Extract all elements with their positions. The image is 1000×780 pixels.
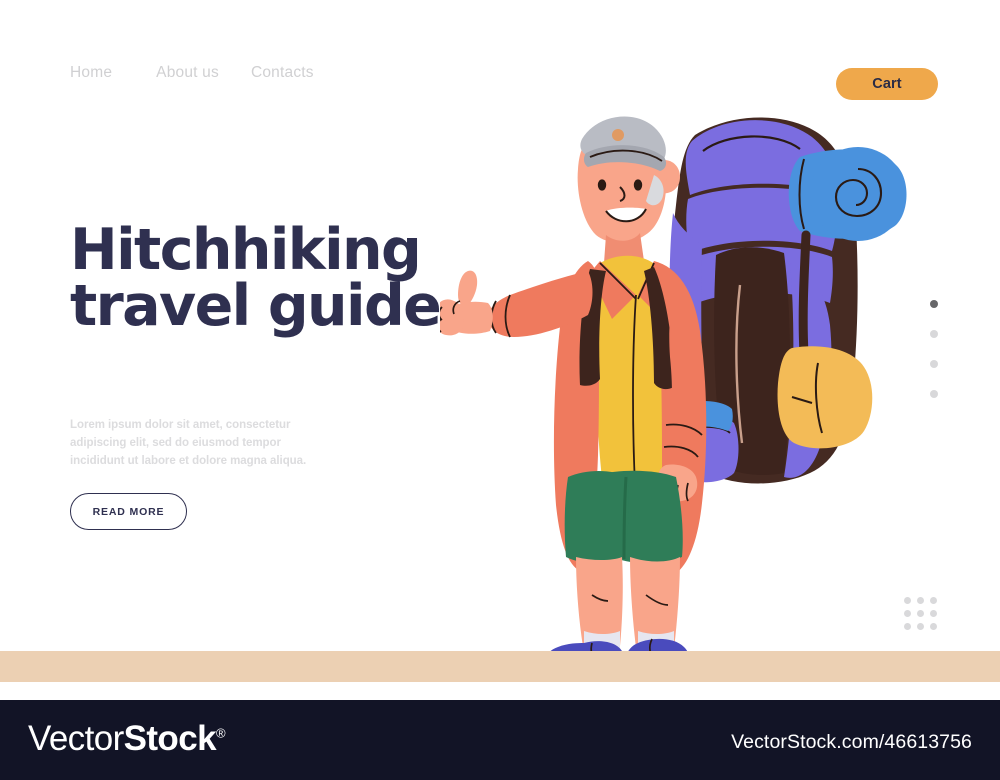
registered-trademark-icon: ® (215, 725, 226, 741)
landing-page-canvas: Home About us Contacts Cart Hitchhiking … (0, 0, 1000, 700)
grid-dot (930, 610, 937, 617)
sleeping-mat-roll (788, 147, 907, 241)
grid-dot (917, 597, 924, 604)
eye-left (597, 179, 607, 191)
eye-right (633, 179, 643, 191)
read-more-button[interactable]: READ MORE (70, 493, 187, 530)
grid-dot (917, 610, 924, 617)
grid-dot (917, 623, 924, 630)
grid-dot (930, 623, 937, 630)
vectorstock-logo: VectorStock® (28, 719, 226, 759)
slider-dot-2[interactable] (930, 330, 938, 338)
backpack-yellow-pouch (777, 346, 873, 449)
hero-paragraph: Lorem ipsum dolor sit amet, consectetur … (70, 419, 307, 468)
logo-text-vector: Vector (28, 719, 124, 758)
character-head (577, 116, 680, 263)
nav-links: Home About us Contacts (70, 64, 314, 82)
nav-link-contacts[interactable]: Contacts (251, 64, 314, 82)
vectorstock-url: VectorStock.com/46613756 (731, 731, 972, 753)
shorts-left-leg (564, 471, 629, 564)
page-title: Hitchhiking travel guide (70, 222, 490, 340)
nav-link-home[interactable]: Home (70, 64, 112, 82)
grid-dot (930, 597, 937, 604)
slider-dot-1[interactable] (930, 300, 938, 308)
vectorstock-footer: VectorStock® VectorStock.com/46613756 (0, 700, 1000, 780)
logo-text-stock: Stock (123, 719, 217, 758)
thumb (458, 270, 478, 306)
slider-dots (930, 300, 938, 398)
slider-dot-3[interactable] (930, 360, 938, 368)
hero-heading-block: Hitchhiking travel guide (70, 222, 490, 340)
mat-strap (798, 230, 811, 358)
ground-strip (0, 651, 1000, 682)
nav-link-about-us[interactable]: About us (156, 64, 219, 82)
page-title-line-2: travel guide (70, 273, 442, 340)
hitchhiker-illustration (440, 95, 910, 670)
cap-button (612, 129, 624, 141)
landing-page-screenshot: Home About us Contacts Cart Hitchhiking … (0, 0, 1000, 780)
slider-dot-4[interactable] (930, 390, 938, 398)
